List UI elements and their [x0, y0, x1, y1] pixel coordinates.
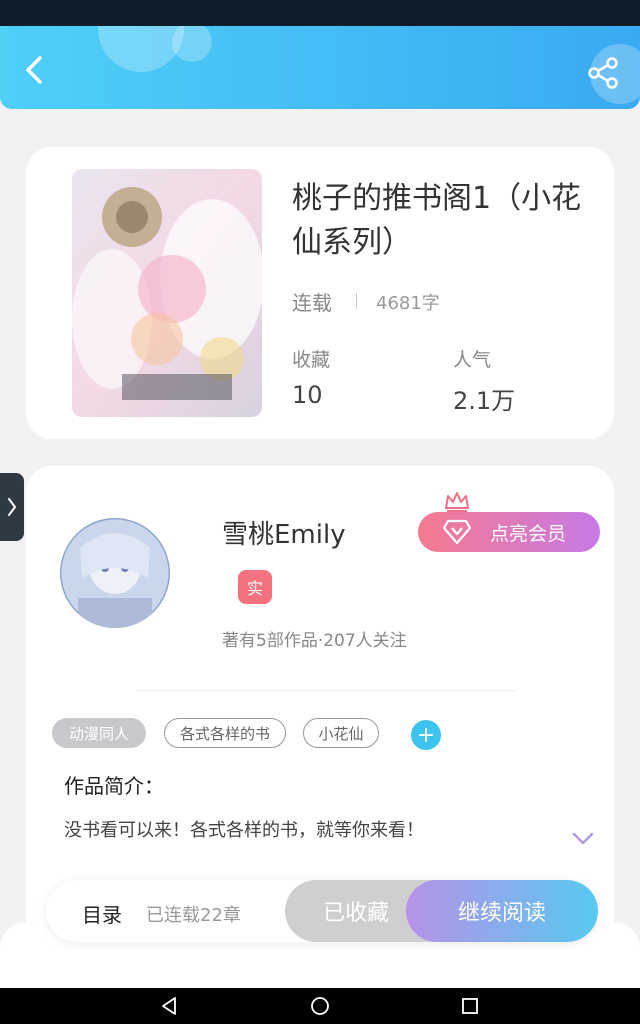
- author-stats: 著有5部作品·207人关注: [222, 631, 407, 651]
- system-nav-bar: [0, 988, 640, 1024]
- chapter-count: 已连载22章: [146, 905, 241, 926]
- favorites-value: 10: [292, 381, 323, 409]
- book-cover-image[interactable]: [72, 169, 262, 417]
- header-bar: [0, 26, 640, 109]
- verified-badge: 实: [238, 570, 272, 604]
- divider: [356, 293, 357, 309]
- tag-chip[interactable]: 动漫同人: [52, 718, 146, 748]
- status-bar: [0, 0, 640, 26]
- book-title: 桃子的推书阁1（小花仙系列）: [292, 181, 582, 260]
- continue-reading-label: 继续阅读: [457, 901, 546, 926]
- collected-button-label: 已收藏: [322, 901, 389, 926]
- book-info-card: 桃子的推书阁1（小花仙系列） 连载 4681字 收藏 10 人气 2.1万: [26, 147, 614, 439]
- crown-icon: [445, 492, 469, 512]
- continue-reading-button[interactable]: 继续阅读: [406, 880, 598, 942]
- nav-home-icon[interactable]: [310, 996, 330, 1016]
- action-bar: 目录 已连载22章 已收藏 继续阅读: [46, 880, 598, 942]
- divider: [136, 690, 516, 691]
- decorative-bubble: [98, 26, 184, 72]
- add-tag-button[interactable]: +: [411, 720, 441, 750]
- tag-chip[interactable]: 各式各样的书: [164, 718, 286, 748]
- intro-heading: 作品简介：: [64, 774, 164, 798]
- back-arrow-icon[interactable]: [18, 54, 50, 86]
- chevron-right-icon: [8, 498, 16, 516]
- book-status: 连载: [292, 291, 332, 315]
- avatar[interactable]: [60, 518, 170, 628]
- nav-recent-icon[interactable]: [460, 996, 480, 1016]
- author-name[interactable]: 雪桃Emily: [222, 514, 346, 551]
- intro-text: 没书看可以来！各式各样的书，就等你来看！: [64, 820, 424, 841]
- nav-back-icon[interactable]: [160, 996, 180, 1016]
- decorative-bubble: [172, 26, 212, 62]
- plus-icon: +: [416, 722, 436, 748]
- vip-button-label: 点亮会员: [490, 522, 567, 545]
- chevron-down-icon[interactable]: [572, 832, 594, 846]
- side-drawer-tab[interactable]: [0, 473, 24, 541]
- tag-chip[interactable]: 小花仙: [303, 718, 379, 748]
- popularity-label: 人气: [453, 349, 492, 371]
- diamond-icon: [442, 519, 472, 545]
- toc-button[interactable]: 目录: [82, 899, 122, 928]
- share-icon[interactable]: [586, 56, 620, 90]
- favorites-label: 收藏: [292, 349, 331, 371]
- word-count: 4681字: [376, 293, 440, 314]
- popularity-value: 2.1万: [453, 387, 516, 415]
